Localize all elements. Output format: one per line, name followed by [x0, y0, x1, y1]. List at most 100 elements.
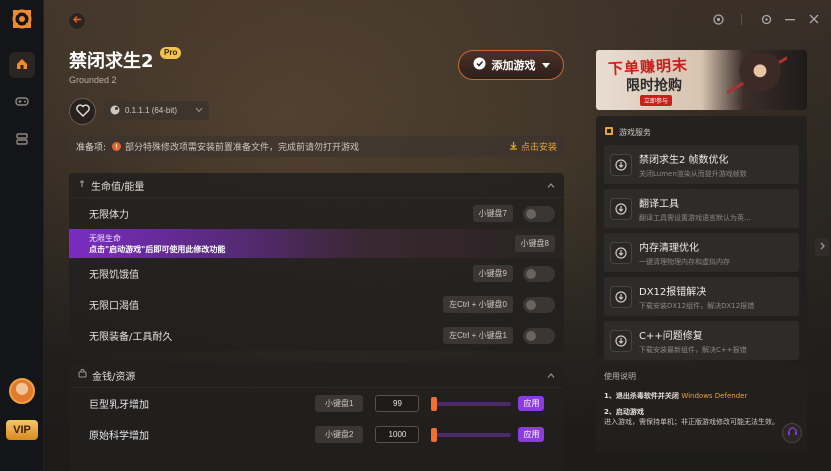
version-select[interactable]: 0.1.1.1 (64-bit): [104, 101, 209, 120]
arrow-left-icon: [72, 15, 82, 27]
services-header: 游戏服务: [604, 124, 799, 140]
notice-text: 部分特殊修改项需安装前置准备文件，完成前请勿打开游戏: [125, 143, 360, 153]
money-panel-header[interactable]: 金钱/资源: [69, 363, 564, 388]
apply-button[interactable]: 应用: [518, 427, 545, 442]
warning-icon: !: [112, 142, 122, 151]
chevron-up-icon[interactable]: [547, 180, 555, 191]
amount-input[interactable]: 99: [375, 395, 420, 412]
hotkey-button[interactable]: 小键盘1: [315, 395, 364, 412]
cheat-name: 巨型乳牙增加: [89, 400, 149, 411]
vip-badge[interactable]: VIP: [6, 420, 38, 440]
cheat-toggle[interactable]: [523, 296, 555, 313]
close-icon[interactable]: [807, 12, 821, 26]
download-circle-icon: [610, 153, 632, 176]
settings-icon[interactable]: [759, 12, 773, 26]
favorite-button[interactable]: [69, 98, 96, 125]
banner-tag: 立即参与: [640, 95, 673, 106]
headset-icon: [787, 426, 798, 440]
pin-icon: [78, 179, 86, 191]
user-icon[interactable]: [711, 12, 725, 26]
cheat-row-infinite-thirst: 无限口渴值 左Ctrl + 小键盘0: [69, 289, 564, 320]
sidebar-item-home[interactable]: [9, 52, 35, 78]
add-game-button[interactable]: 添加游戏: [458, 50, 564, 80]
add-game-label: 添加游戏: [491, 59, 536, 72]
service-item-dx12[interactable]: DX12报错解决 下载安装DX12组件，解决DX12报错: [604, 277, 799, 316]
hotkey-button[interactable]: 小键盘9: [472, 265, 513, 282]
cheat-name: 无限体力: [89, 210, 129, 221]
money-panel-title: 金钱/资源: [92, 371, 136, 383]
avatar[interactable]: [9, 378, 35, 404]
health-panel-title: 生命值/能量: [91, 181, 145, 193]
right-column: 下单赚明末 限时抢购 立即参与 游戏服务 禁闭求生2 帧数优化 关闭Lumen渲染…: [596, 50, 807, 452]
usage-instructions: 使用说明 1、退出杀毒软件并关闭 Windows Defender 2、启动游戏…: [596, 365, 807, 452]
expand-panel-button[interactable]: [815, 238, 829, 256]
bag-icon: [78, 369, 87, 381]
hotkey-button[interactable]: 左Ctrl + 小键盘1: [442, 327, 513, 344]
cheat-row-infinite-stamina: 无限体力 小键盘7: [69, 198, 564, 229]
service-desc: 下载安装最新组件，解决C++报错: [639, 345, 747, 354]
hotkey-button[interactable]: 小键盘2: [315, 426, 364, 443]
amount-slider[interactable]: [431, 396, 512, 411]
sidebar-item-library[interactable]: [9, 127, 35, 153]
cheat-toggle[interactable]: [523, 327, 555, 344]
cheat-toggle[interactable]: [523, 205, 555, 222]
service-title: C++问题修复: [639, 330, 703, 342]
cheat-name: 无限装备/工具耐久: [89, 332, 173, 343]
service-title: DX12报错解决: [639, 286, 707, 298]
download-circle-icon: [610, 285, 632, 308]
sidebar: VIP: [0, 0, 44, 471]
cheat-name-block: 无限生命 点击"启动游戏"后即可使用此修改功能: [89, 233, 225, 255]
health-panel-header[interactable]: 生命值/能量: [69, 173, 564, 198]
step1-text: 1、退出杀毒软件并关闭: [604, 392, 679, 400]
back-button[interactable]: [68, 12, 86, 30]
cheat-row-giant-teeth: 巨型乳牙增加 小键盘1 99 应用: [69, 388, 564, 419]
service-desc: 关闭Lumen渲染从而提升游戏帧数: [639, 169, 747, 178]
app-logo-icon[interactable]: [11, 8, 33, 30]
cheat-row-infinite-hunger: 无限饥饿值 小键盘9: [69, 258, 564, 289]
hotkey-button[interactable]: 小键盘8: [514, 235, 555, 252]
cheat-toggle[interactable]: [523, 265, 555, 282]
download-circle-icon: [610, 329, 632, 352]
usage-title: 使用说明: [604, 372, 636, 381]
hotkey-button[interactable]: 小键盘7: [472, 205, 513, 222]
download-circle-icon: [610, 241, 632, 264]
promo-banner[interactable]: 下单赚明末 限时抢购 立即参与: [596, 50, 807, 110]
download-icon: [509, 141, 518, 153]
sidebar-item-games[interactable]: [9, 89, 35, 115]
slider-thumb[interactable]: [431, 427, 438, 442]
pro-badge: Pro: [160, 47, 182, 59]
service-item-cpp[interactable]: C++问题修复下载安装最新组件，解决C++报错: [604, 321, 799, 360]
slider-thumb[interactable]: [431, 396, 438, 411]
chevron-up-icon[interactable]: [547, 370, 555, 381]
chevron-down-icon: [195, 106, 203, 115]
hotkey-button[interactable]: 左Ctrl + 小键盘0: [442, 296, 513, 313]
service-item-fps[interactable]: 禁闭求生2 帧数优化 关闭Lumen渲染从而提升游戏帧数: [604, 145, 799, 184]
service-title: 内存清理优化: [639, 242, 699, 254]
amount-input[interactable]: 1000: [375, 426, 420, 443]
service-item-memory[interactable]: 内存清理优化一键清理物理内存和虚拟内存: [604, 233, 799, 272]
gamepad-icon: [15, 94, 29, 111]
cheat-row-raw-science: 原始科学增加 小键盘2 1000 应用: [69, 419, 564, 450]
step1-highlight: Windows Defender: [681, 392, 748, 400]
minimize-icon[interactable]: [783, 12, 797, 26]
step2-title: 2、启动游戏: [604, 408, 644, 416]
banner-subtitle: 限时抢购: [626, 78, 682, 94]
cheat-name: 无限生命: [89, 233, 121, 243]
cheat-name: 原始科学增加: [89, 431, 149, 442]
layers-icon: [15, 132, 29, 149]
amount-slider[interactable]: [431, 427, 512, 442]
service-item-translate[interactable]: 翻译工具 翻译工具需设置游戏语言默认为英...: [604, 189, 799, 228]
health-energy-panel: 生命值/能量 无限体力 小键盘7 无限生命 点击"启动游戏"后即可使用此修改功能…: [69, 173, 564, 351]
cheat-row-infinite-health: 无限生命 点击"启动游戏"后即可使用此修改功能 小键盘8: [69, 229, 564, 258]
chevron-right-icon: [820, 242, 825, 253]
services-title: 游戏服务: [619, 127, 651, 137]
apply-button[interactable]: 应用: [518, 396, 545, 411]
add-circle-icon: [473, 57, 486, 73]
money-resources-panel: 金钱/资源 巨型乳牙增加 小键盘1 99 应用 原始科学增加 小键盘2 1000…: [69, 363, 564, 471]
usage-step-1: 1、退出杀毒软件并关闭 Windows Defender: [604, 391, 799, 401]
support-button[interactable]: [782, 423, 802, 443]
service-desc: 一键清理物理内存和虚拟内存: [639, 257, 730, 266]
install-link[interactable]: 点击安装: [509, 140, 557, 153]
steam-icon: [110, 105, 120, 117]
service-title: 翻译工具: [639, 198, 679, 210]
